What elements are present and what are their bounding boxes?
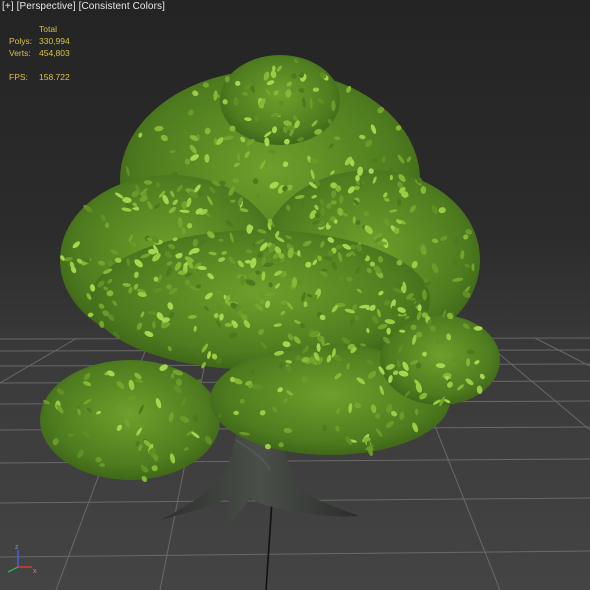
viewport-view-menu[interactable]: [Perspective]: [17, 1, 76, 12]
tree-canopy: [40, 55, 500, 483]
leaf: [397, 198, 402, 207]
stats-header: Total: [39, 24, 57, 34]
fps-value: 158.722: [39, 72, 70, 82]
leaf: [331, 100, 336, 112]
viewport-scene[interactable]: z x: [0, 0, 590, 590]
verts-label: Verts:: [9, 48, 31, 58]
fps-label: FPS:: [9, 72, 28, 82]
leaf: [473, 326, 483, 331]
viewport-plus-menu[interactable]: [+]: [2, 1, 14, 12]
axis-z-label: z: [15, 544, 19, 551]
leaf: [320, 206, 326, 217]
leaf: [389, 174, 393, 181]
leaf: [386, 327, 391, 335]
polys-label: Polys:: [9, 36, 33, 46]
perspective-viewport[interactable]: z x [+] [Perspective] [Consistent Colors…: [0, 0, 590, 590]
axis-x-label: x: [33, 568, 37, 575]
axis-tripod: z x: [7, 544, 37, 575]
verts-value: 454,803: [39, 48, 70, 58]
viewport-label-bar: [+] [Perspective] [Consistent Colors]: [2, 1, 165, 12]
viewport-shading-menu[interactable]: [Consistent Colors]: [79, 1, 165, 12]
leaf: [268, 149, 276, 154]
polys-value: 330,994: [39, 36, 70, 46]
